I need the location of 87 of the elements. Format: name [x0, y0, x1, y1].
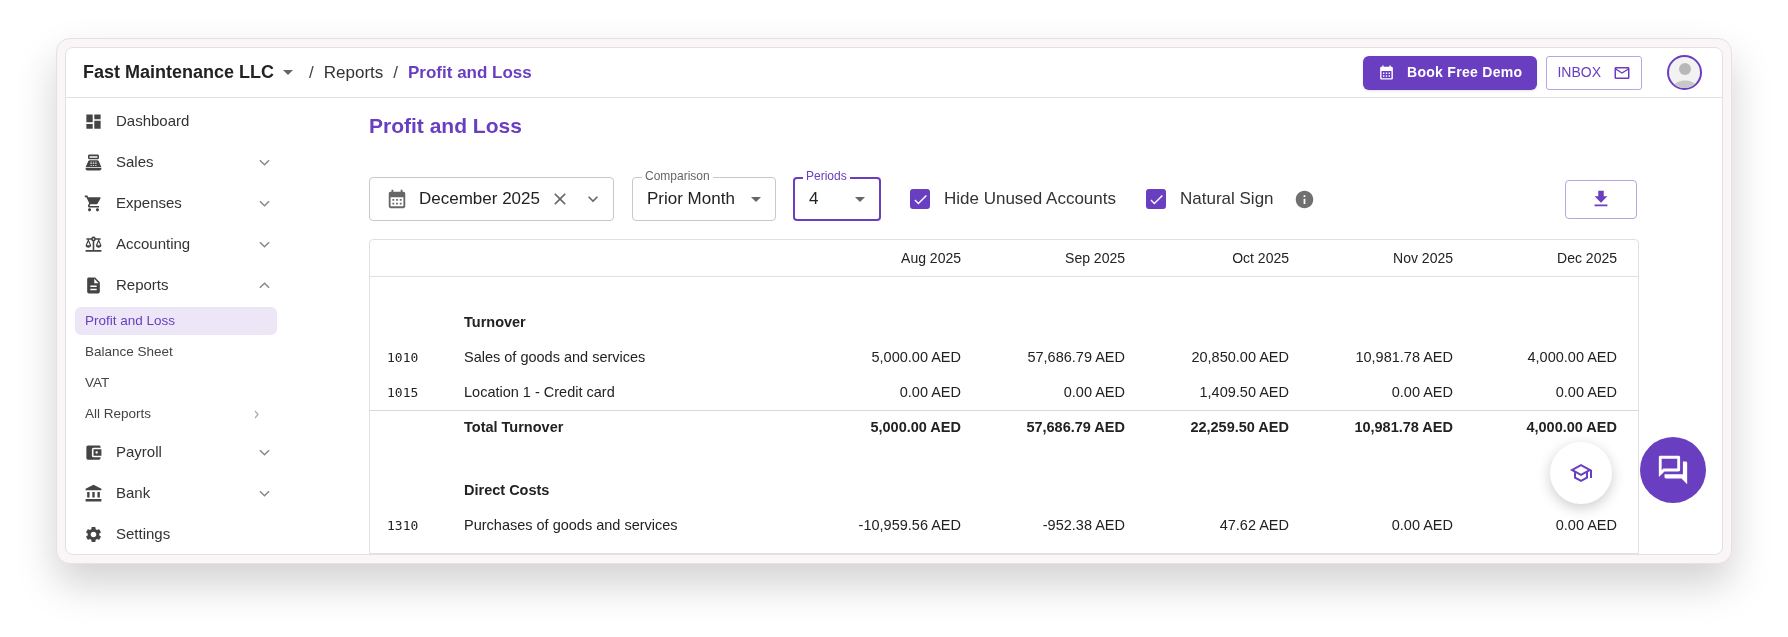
section-heading: Direct Costs — [464, 480, 550, 500]
total-amount: 57,686.79 AED — [1025, 418, 1125, 438]
account-code: 1010 — [386, 348, 420, 367]
select-value: 4 — [809, 188, 820, 211]
date-picker[interactable]: December 2025 — [369, 177, 614, 221]
tutorial-button[interactable] — [1550, 442, 1612, 504]
account-code: 1015 — [386, 383, 420, 402]
amount-cell-text: 10,981.78 AED — [1354, 347, 1453, 367]
sidebar-item[interactable]: Sales — [66, 142, 286, 183]
company-name[interactable]: Fast Maintenance LLC — [83, 59, 275, 86]
breadcrumb[interactable]: Profit and Loss — [408, 59, 532, 86]
column-header: Sep 2025 — [1064, 248, 1125, 268]
sidebar-item[interactable]: Dashboard — [66, 101, 286, 142]
dropdown-caret-icon — [855, 196, 865, 202]
page-title: Profit and Loss — [369, 113, 523, 139]
sidebar-item[interactable]: Reports — [66, 265, 286, 306]
submenu-item[interactable]: VAT — [75, 369, 277, 397]
column-header: Aug 2025 — [900, 248, 961, 268]
chevron-down-icon — [259, 490, 270, 497]
amount-cell-text: -10,959.56 AED — [857, 515, 961, 535]
amount-cell-text: 4,000.00 AED — [1526, 347, 1617, 367]
breadcrumb-separator: / — [393, 61, 399, 84]
wallet-icon — [84, 443, 103, 462]
select-value: Prior Month — [647, 188, 736, 211]
chevron-down-icon — [259, 449, 270, 456]
checkbox-label: Natural Sign — [1180, 188, 1274, 211]
calendar-icon — [386, 188, 408, 210]
chevron-up-icon — [259, 282, 270, 289]
bank-icon — [84, 484, 103, 503]
sidebar-item[interactable]: Expenses — [66, 183, 286, 224]
chevron-right-icon — [254, 409, 259, 419]
amount-cell-text: 5,000.00 AED — [870, 347, 961, 367]
account-name: Purchases of goods and services — [464, 515, 679, 535]
checkbox[interactable] — [1146, 189, 1166, 209]
checkbox[interactable] — [910, 189, 930, 209]
dropdown-caret-icon — [283, 70, 294, 75]
sidebar-item[interactable]: Accounting — [66, 224, 286, 265]
sidebar-item[interactable]: Settings — [66, 514, 286, 554]
total-amount: 22,259.50 AED — [1189, 418, 1289, 438]
amount-cell-text: 47.62 AED — [1218, 515, 1289, 535]
account-code: 1310 — [386, 516, 420, 535]
total-amount: 4,000.00 AED — [1525, 418, 1617, 438]
select-label: Comparison — [642, 168, 713, 184]
column-header: Nov 2025 — [1392, 248, 1453, 268]
cash-register-icon — [84, 153, 103, 172]
account-name: Sales of goods and services — [464, 347, 647, 367]
date-value: December 2025 — [419, 188, 541, 211]
document-icon — [84, 276, 103, 295]
settings-icon — [84, 525, 103, 544]
column-header: Oct 2025 — [1231, 248, 1289, 268]
amount-cell-text: 0.00 AED — [1390, 382, 1453, 402]
chevron-down-icon — [259, 241, 270, 248]
inbox-button[interactable]: INBOX — [1546, 55, 1642, 90]
dashboard-icon — [84, 112, 103, 131]
breadcrumb-separator: / — [309, 61, 314, 84]
column-header: Dec 2025 — [1556, 248, 1617, 268]
amount-cell-text: 1,409.50 AED — [1198, 382, 1289, 402]
download-button[interactable] — [1565, 179, 1637, 219]
breadcrumb[interactable]: Reports — [323, 59, 384, 86]
graduation-cap-icon — [1569, 461, 1593, 485]
amount-cell-text: 20,850.00 AED — [1190, 347, 1289, 367]
total-label: Total Turnover — [463, 418, 565, 438]
section-heading: Turnover — [464, 312, 526, 332]
chevron-down-icon — [259, 200, 270, 207]
total-amount: 5,000.00 AED — [869, 418, 961, 438]
dropdown-caret-icon — [751, 196, 761, 202]
avatar[interactable] — [1667, 55, 1702, 90]
book-demo-button[interactable]: Book Free Demo — [1362, 55, 1538, 90]
account-name: Location 1 - Credit card — [464, 382, 616, 402]
sidebar-item[interactable]: Bank — [66, 473, 286, 514]
amount-cell-text: 57,686.79 AED — [1026, 347, 1125, 367]
amount-cell-text: 0.00 AED — [898, 382, 961, 402]
submenu-item[interactable]: Profit and Loss — [75, 307, 277, 335]
submenu-item[interactable]: All Reports — [75, 400, 277, 428]
chevron-down-icon — [259, 159, 270, 166]
cart-icon — [84, 194, 103, 213]
calendar-icon — [1377, 64, 1395, 81]
sidebar-item[interactable]: Payroll — [66, 432, 286, 473]
amount-cell-text: 0.00 AED — [1554, 515, 1617, 535]
scales-icon — [84, 235, 103, 254]
amount-cell-text: 0.00 AED — [1554, 382, 1617, 402]
amount-cell-text: 0.00 AED — [1390, 515, 1453, 535]
submenu-item[interactable]: Balance Sheet — [75, 338, 277, 366]
amount-cell-text: -952.38 AED — [1041, 515, 1125, 535]
checkbox-label: Hide Unused Accounts — [944, 188, 1116, 211]
amount-cell-text: 0.00 AED — [1062, 382, 1125, 402]
total-amount: 10,981.78 AED — [1353, 418, 1453, 438]
